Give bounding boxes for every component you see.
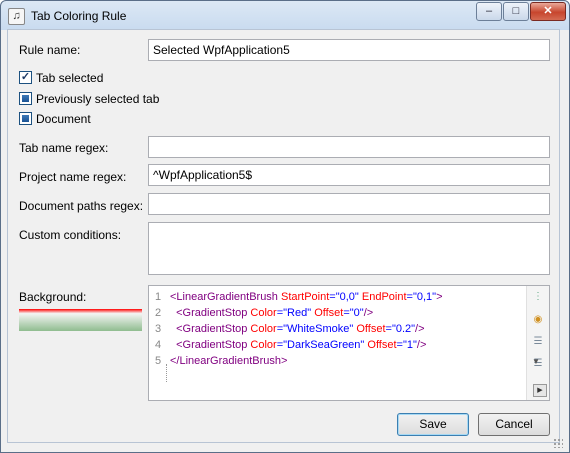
previously-selected-tab-label[interactable]: Previously selected tab	[36, 92, 159, 106]
close-button[interactable]: ✕	[530, 2, 566, 21]
cancel-button[interactable]: Cancel	[478, 413, 550, 436]
code-line[interactable]: <GradientStop Color="Red" Offset="0"/>	[170, 307, 373, 319]
maximize-button[interactable]: □	[503, 2, 529, 21]
line-number-gutter: 1 2 3 4 5	[149, 286, 169, 400]
previously-selected-tab-checkbox[interactable]	[19, 92, 32, 105]
custom-conditions-label: Custom conditions:	[19, 228, 122, 242]
xaml-code-editor[interactable]: 1 2 3 4 5 <LinearGradientBrush StartPoin…	[148, 285, 550, 401]
background-preview-swatch	[19, 309, 142, 331]
document-checkbox[interactable]	[19, 112, 32, 125]
line-number: 2	[155, 307, 162, 319]
code-line[interactable]: <GradientStop Color="WhiteSmoke" Offset=…	[170, 323, 424, 335]
align-left-icon[interactable]: ☰	[531, 336, 545, 348]
scroll-down-arrow-icon[interactable]: ▼	[532, 357, 540, 366]
code-line[interactable]: </LinearGradientBrush>	[170, 355, 287, 367]
document-label[interactable]: Document	[36, 112, 91, 126]
document-paths-regex-label: Document paths regex:	[19, 199, 144, 213]
rule-name-label: Rule name:	[19, 43, 81, 57]
line-number: 1	[155, 291, 162, 303]
rule-name-input[interactable]: Selected WpfApplication5	[148, 39, 550, 61]
tab-selected-checkbox[interactable]: ✓	[19, 71, 32, 84]
title-bar[interactable]: ♫ Tab Coloring Rule – □ ✕	[1, 1, 569, 31]
line-number: 4	[155, 339, 162, 351]
outline-icon[interactable]: ⋮	[531, 291, 545, 303]
custom-conditions-input[interactable]	[148, 222, 550, 275]
minimize-button[interactable]: –	[476, 2, 502, 21]
code-line[interactable]: <LinearGradientBrush StartPoint="0,0" En…	[170, 291, 443, 303]
tab-selected-label[interactable]: Tab selected	[36, 71, 103, 85]
code-line[interactable]: <GradientStop Color="DarkSeaGreen" Offse…	[170, 339, 426, 351]
window-title: Tab Coloring Rule	[31, 9, 127, 23]
project-name-regex-input[interactable]: ^WpfApplication5$	[148, 164, 550, 186]
tab-name-regex-input[interactable]	[148, 136, 550, 158]
save-button[interactable]: Save	[397, 413, 469, 436]
line-number: 3	[155, 323, 162, 335]
editor-toolstrip: ⋮ ◉ ☰ ☰ ▼ ▶	[526, 286, 549, 400]
background-label: Background:	[19, 290, 87, 304]
resize-grip-icon[interactable]	[553, 438, 563, 448]
scroll-right-icon[interactable]: ▶	[533, 384, 547, 397]
color-palette-icon[interactable]: ◉	[531, 314, 545, 326]
project-name-regex-label: Project name regex:	[19, 170, 127, 184]
fold-guide	[166, 364, 167, 382]
document-paths-regex-input[interactable]	[148, 193, 550, 215]
tab-name-regex-label: Tab name regex:	[19, 141, 109, 155]
line-number: 5	[155, 355, 162, 367]
app-note-icon: ♫	[8, 8, 25, 25]
